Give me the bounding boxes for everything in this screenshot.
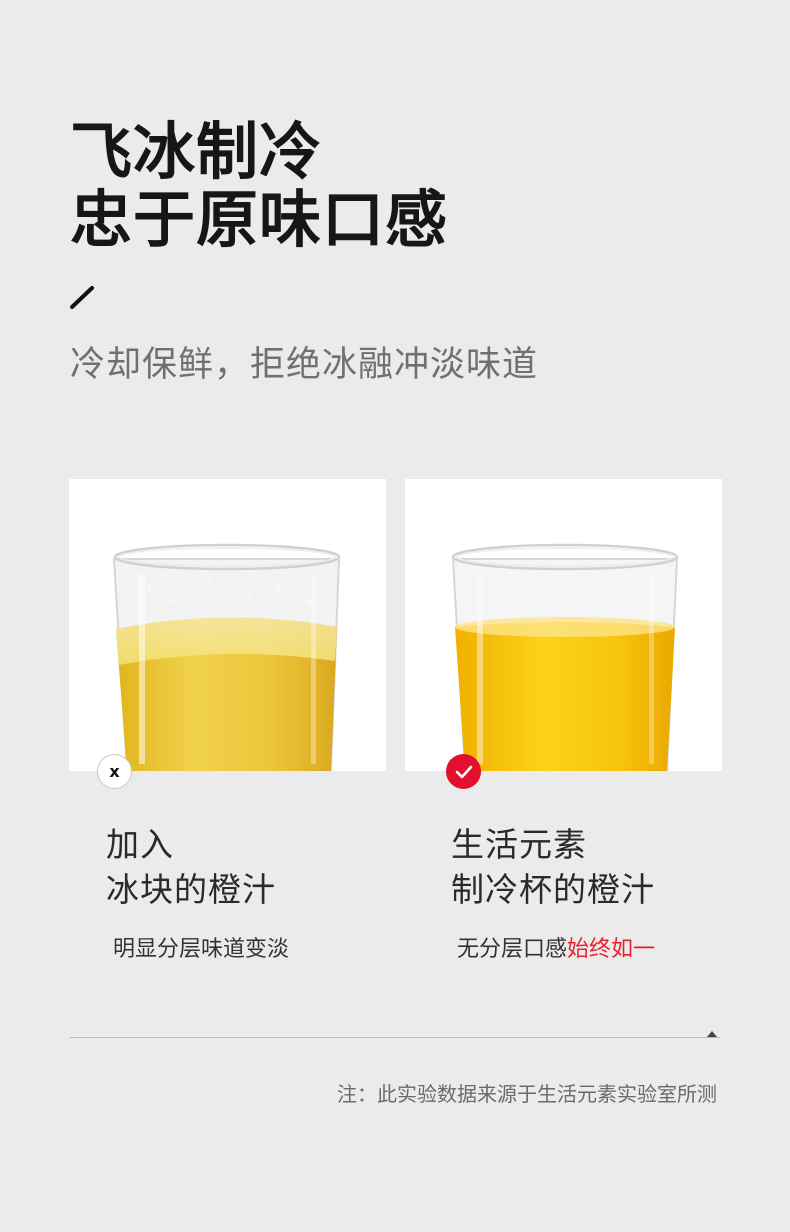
- slash-decoration: [70, 286, 94, 309]
- ice-juice-photo: [69, 479, 386, 771]
- description-plain: 无分层口感: [457, 937, 568, 962]
- title-line-1: 飞冰制冷: [70, 115, 323, 188]
- cooling-cup-juice-photo: [405, 479, 722, 771]
- page-title: 飞冰制冷 忠于原味口感: [70, 118, 448, 254]
- divider-line: [70, 1037, 720, 1038]
- ice-juice-heading: 加入 冰块的橙汁: [106, 822, 276, 912]
- ice-juice-heading-line-1: 加入: [106, 825, 174, 864]
- description-accent: 始终如一: [567, 937, 656, 962]
- cooling-cup-heading-line-2: 制冷杯的橙汁: [451, 870, 655, 909]
- cross-mark: x: [97, 754, 132, 789]
- triangle-marker-icon: [707, 1031, 717, 1037]
- cooling-cup-heading-line-1: 生活元素: [451, 825, 587, 864]
- check-mark: [446, 754, 481, 789]
- cross-icon: x: [109, 762, 120, 781]
- cooling-cup-heading: 生活元素 制冷杯的橙汁: [451, 822, 655, 912]
- cooling-cup-description: 无分层口感始终如一: [457, 931, 655, 963]
- ice-juice-description: 明显分层味道变淡: [113, 937, 290, 962]
- subtitle: 冷却保鲜，拒绝冰融冲淡味道: [70, 345, 539, 385]
- title-line-2: 忠于原味口感: [70, 183, 449, 256]
- check-icon: [455, 765, 472, 778]
- footnote: 注：此实验数据来源于生活元素实验室所测: [337, 1082, 717, 1106]
- ice-juice-heading-line-2: 冰块的橙汁: [106, 870, 276, 909]
